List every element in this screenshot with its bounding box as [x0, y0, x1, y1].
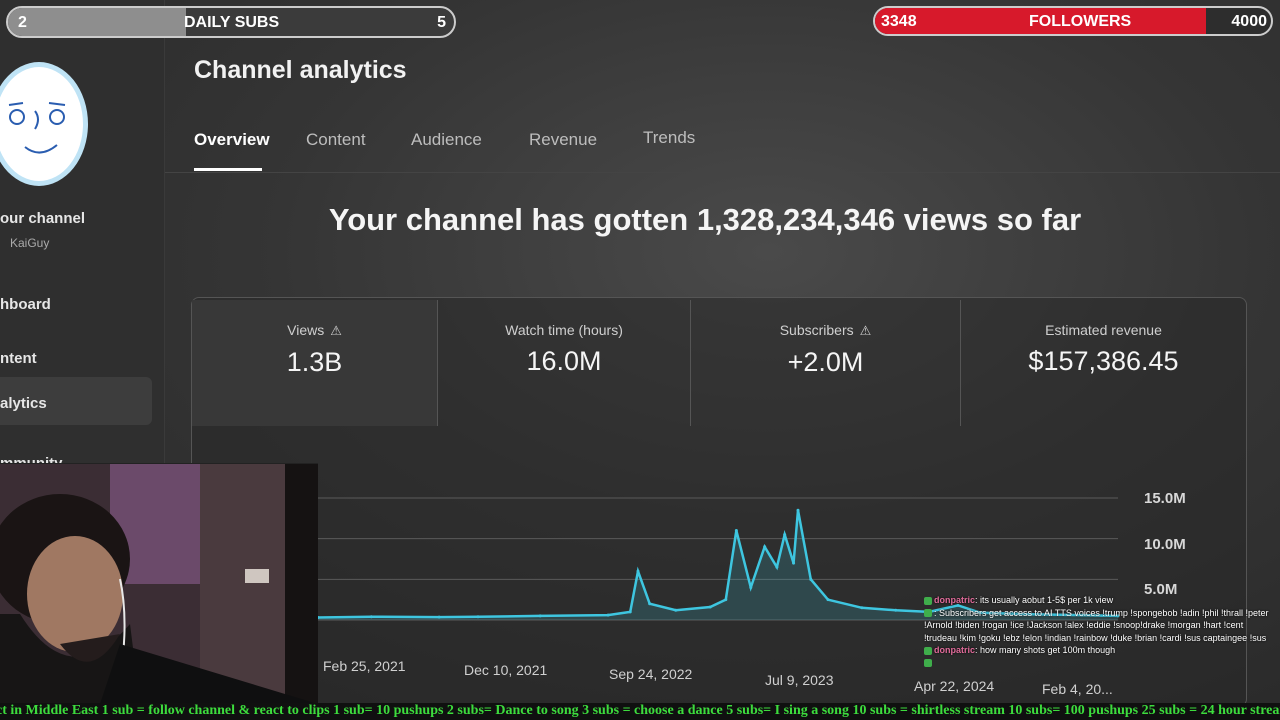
data-point	[792, 561, 796, 565]
data-point	[860, 606, 864, 610]
metric-watch-time[interactable]: Watch time (hours) 16.0M	[437, 300, 690, 426]
data-point	[749, 585, 753, 589]
x-tick-label: Feb 4, 20...	[1042, 681, 1113, 697]
followers-label: FOLLOWERS	[1029, 13, 1132, 30]
data-point	[763, 545, 767, 549]
tab-trends[interactable]: Trends	[643, 128, 695, 148]
daily-subs-goal-bar: 2 DAILY SUBS 5	[6, 6, 456, 38]
metric-watch-time-value: 16.0M	[526, 346, 602, 376]
chat-message: donpatric: its usually aobut 1-5$ per 1k…	[924, 594, 1276, 607]
daily-subs-label: DAILY SUBS	[184, 14, 280, 31]
active-tab-indicator	[194, 168, 262, 171]
daily-subs-goal: 5	[437, 14, 446, 31]
data-point	[369, 615, 373, 619]
chat-text: : its usually aobut 1-5$ per 1k view	[975, 595, 1114, 605]
data-point	[775, 565, 779, 569]
tab-revenue[interactable]: Revenue	[529, 130, 597, 150]
chat-message	[924, 657, 1276, 670]
sidebar-item-analytics[interactable]: alytics	[0, 377, 152, 425]
metric-subscribers-label: Subscribers	[779, 322, 854, 338]
data-point	[894, 608, 898, 612]
metric-views[interactable]: Views ⚠ 1.3B	[192, 300, 437, 426]
metric-views-label: Views	[287, 322, 325, 338]
x-tick-label: Apr 22, 2024	[914, 678, 995, 694]
stream-chat: donpatric: its usually aobut 1-5$ per 1k…	[924, 594, 1276, 669]
chat-badge-icon	[924, 646, 932, 655]
webcam-feed	[0, 463, 318, 703]
y-tick-label: 10.0M	[1144, 536, 1186, 553]
chat-badge-icon	[924, 659, 932, 668]
data-point	[636, 569, 640, 573]
chat-text: : Subscribers get access to AI TTS voice…	[924, 607, 1269, 643]
metric-watch-time-label: Watch time (hours)	[505, 322, 623, 338]
chat-badge-icon	[924, 609, 932, 618]
x-tick-label: Feb 25, 2021	[323, 658, 406, 674]
data-point	[724, 598, 728, 602]
data-point	[538, 614, 542, 618]
tab-audience[interactable]: Audience	[411, 130, 482, 150]
warning-icon: ⚠	[330, 323, 342, 338]
chat-message: : Subscribers get access to AI TTS voice…	[924, 607, 1276, 645]
data-point	[437, 615, 441, 619]
channel-name: KaiGuy	[10, 236, 50, 250]
sub-goals-ticker: ct in Middle East 1 sub = follow channel…	[0, 703, 1280, 720]
metric-subscribers-value: +2.0M	[787, 347, 864, 377]
page-title: Channel analytics	[194, 56, 407, 84]
channel-avatar[interactable]	[0, 62, 88, 186]
x-tick-label: Jul 9, 2023	[765, 672, 834, 688]
followers-current: 3348	[881, 13, 917, 30]
x-tick-label: Dec 10, 2021	[464, 662, 548, 678]
y-tick-label: 15.0M	[1144, 490, 1186, 507]
tabs-divider	[165, 172, 1280, 173]
followers-goal: 4000	[1231, 13, 1267, 30]
streamer-image	[0, 464, 318, 703]
tab-content[interactable]: Content	[306, 130, 366, 150]
data-point	[648, 602, 652, 606]
data-point	[809, 577, 813, 581]
metric-subscribers[interactable]: Subscribers ⚠ +2.0M	[690, 300, 960, 426]
data-point	[826, 598, 830, 602]
data-point	[734, 529, 738, 533]
chat-text: : how many shots get 100m though	[975, 645, 1116, 655]
data-point	[783, 533, 787, 537]
ticker-text: ct in Middle East 1 sub = follow channel…	[0, 703, 1280, 718]
metric-revenue-label: Estimated revenue	[1045, 322, 1162, 338]
data-point	[606, 613, 610, 617]
chat-username[interactable]: donpatric	[934, 645, 975, 655]
chat-username[interactable]: donpatric	[934, 595, 975, 605]
x-tick-label: Sep 24, 2022	[609, 666, 693, 682]
daily-subs-progress-fill	[8, 8, 187, 36]
data-point	[796, 508, 800, 512]
chat-badge-icon	[924, 596, 932, 605]
face-icon	[8, 102, 66, 154]
chat-message: donpatric: how many shots get 100m thoug…	[924, 644, 1276, 657]
tab-overview[interactable]: Overview	[194, 130, 270, 150]
metric-views-value: 1.3B	[286, 347, 343, 377]
daily-subs-current: 2	[18, 14, 27, 31]
followers-goal-bar: 3348 FOLLOWERS 4000	[873, 6, 1273, 36]
data-point	[708, 605, 712, 609]
data-point	[628, 610, 632, 614]
metric-revenue[interactable]: Estimated revenue $157,386.45	[960, 300, 1246, 426]
data-point	[476, 615, 480, 619]
metric-revenue-value: $157,386.45	[1028, 346, 1179, 376]
warning-icon: ⚠	[859, 323, 872, 338]
data-point	[674, 608, 678, 612]
total-views-headline: Your channel has gotten 1,328,234,346 vi…	[328, 202, 1082, 237]
sidebar-item-dashboard[interactable]: hboard	[0, 282, 152, 330]
